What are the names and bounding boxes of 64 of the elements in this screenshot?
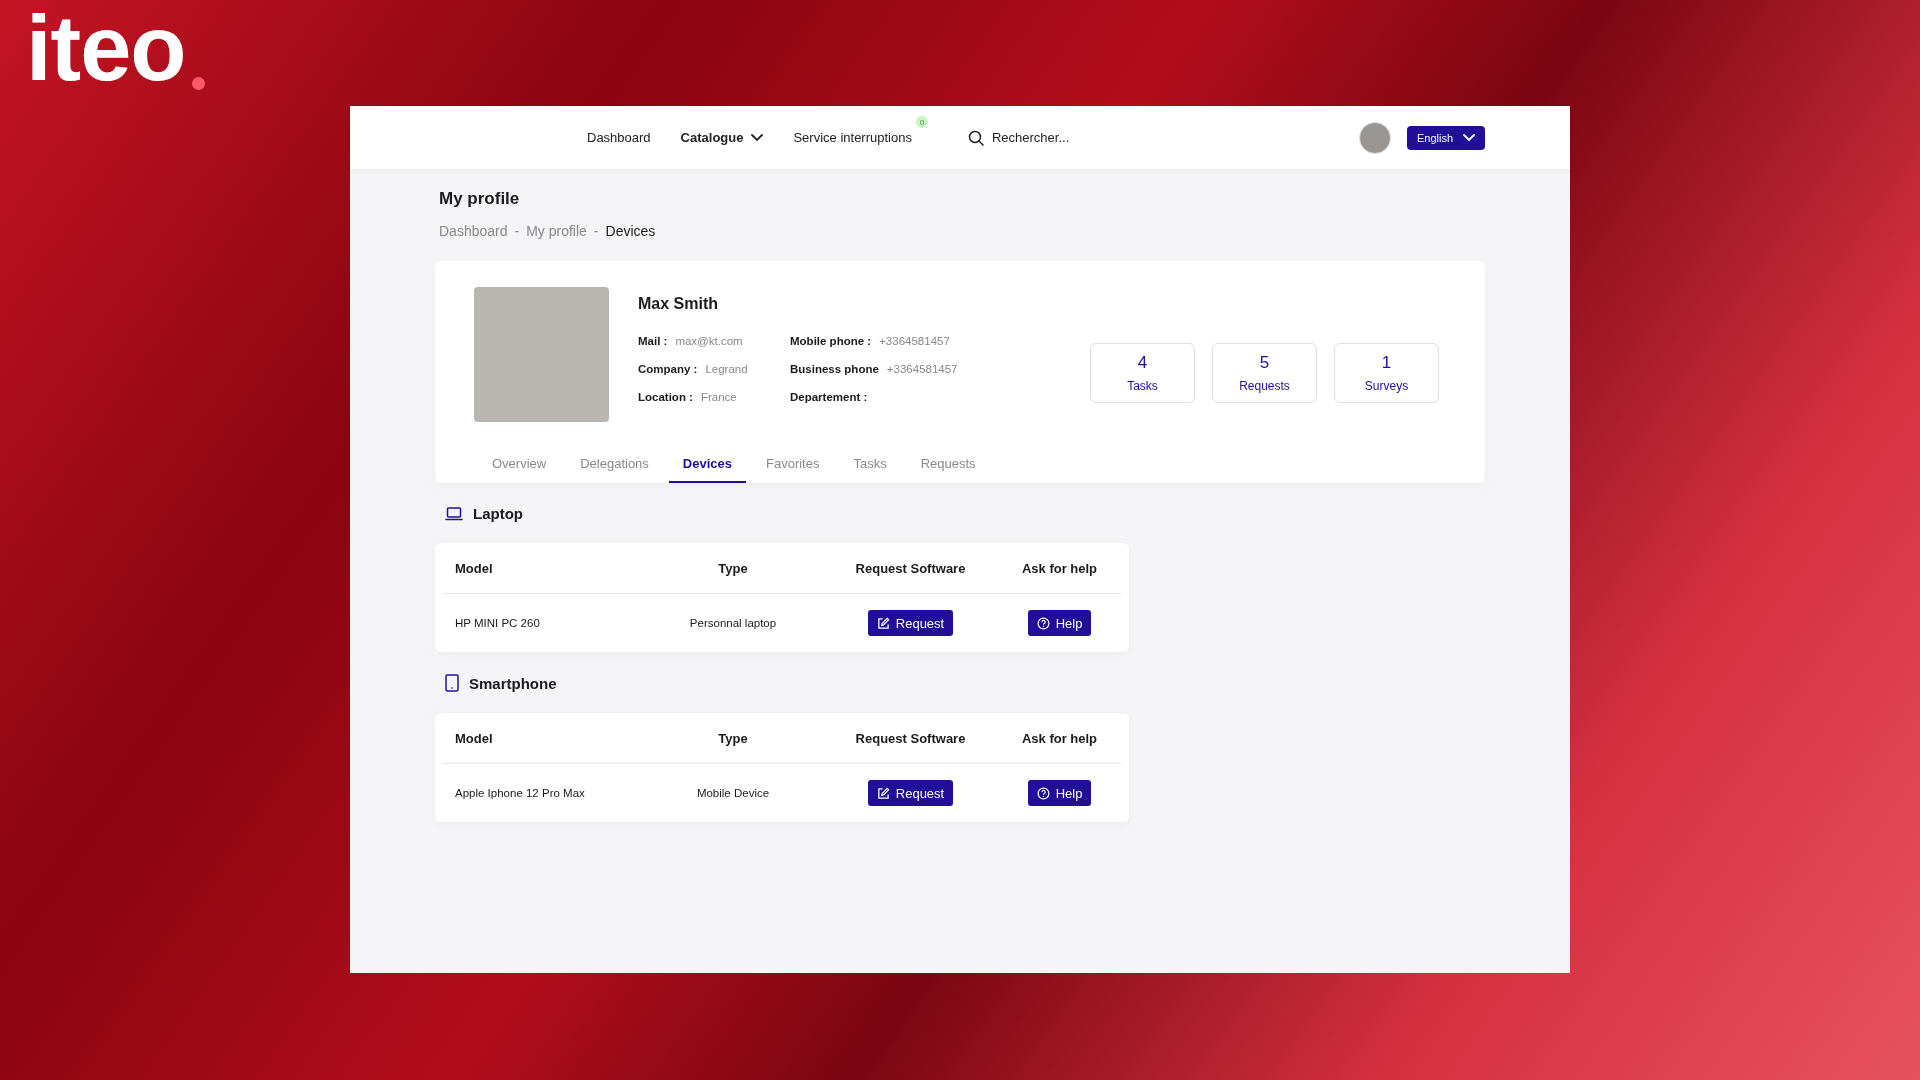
table-cell-text: Apple Iphone 12 Pro Max — [454, 787, 586, 799]
stat-label: Surveys — [1364, 379, 1409, 393]
stat-card[interactable]: 5 Requests — [1212, 343, 1317, 403]
stat-count: 4 — [1137, 353, 1148, 373]
stat-count: 5 — [1259, 353, 1270, 373]
page-title: My profile — [439, 189, 521, 209]
field-label: Location : — [638, 391, 693, 405]
tablet-icon — [445, 674, 459, 692]
profile-tab[interactable]: Delegations — [566, 448, 663, 483]
request-button[interactable]: Request — [867, 780, 954, 806]
column-header: Ask for help — [1021, 560, 1098, 576]
request-button[interactable]: Request — [867, 610, 954, 636]
profile-tab[interactable]: Tasks — [839, 448, 901, 483]
column-header: Ask for help — [1021, 730, 1098, 746]
stat-card[interactable]: 4 Tasks — [1090, 343, 1195, 403]
notification-badge: 0 — [915, 116, 928, 128]
field-value: +3364581457 — [886, 363, 958, 377]
column-header: Model — [454, 730, 494, 746]
edit-icon — [876, 616, 890, 630]
profile-tab[interactable]: Requests — [906, 448, 990, 483]
table-cell-text: HP MINI PC 260 — [454, 617, 541, 629]
profile-tab[interactable]: Devices — [668, 448, 746, 483]
column-header: Type — [718, 730, 748, 746]
stat-label: Tasks — [1127, 379, 1158, 393]
field-value: max@kt.com — [675, 335, 743, 349]
help-button[interactable]: Help — [1027, 610, 1092, 636]
field-value: France — [700, 391, 737, 405]
help-button[interactable]: Help — [1027, 780, 1092, 806]
stat-count: 1 — [1381, 353, 1392, 373]
stat-card[interactable]: 1 Surveys — [1334, 343, 1439, 403]
chevron-down-icon — [751, 133, 764, 142]
stat-label: Requests — [1239, 379, 1290, 393]
column-header: Request Software — [855, 560, 966, 576]
field-value: Legrand — [705, 363, 748, 377]
field-value: +3364581457 — [879, 335, 950, 349]
profile-tab[interactable]: Overview — [478, 448, 561, 483]
search-icon — [967, 129, 984, 146]
chevron-down-icon — [1463, 133, 1475, 142]
logo-dot-icon — [191, 77, 205, 90]
field-label: Business phone — [790, 363, 879, 377]
laptop-icon — [445, 506, 463, 521]
breadcrumb-separator: - — [593, 223, 599, 239]
column-header: Request Software — [855, 730, 966, 746]
profile-name: Max Smith — [638, 295, 719, 313]
breadcrumb-separator: - — [514, 223, 520, 239]
help-icon — [1036, 616, 1050, 630]
language-dropdown[interactable]: English — [1406, 125, 1485, 150]
avatar[interactable] — [1358, 121, 1391, 154]
nav-link[interactable]: Dashboard — [587, 130, 651, 145]
section-title: Smartphone — [469, 674, 557, 692]
field-label: Company : — [638, 363, 698, 377]
nav-link[interactable]: Catalogue — [680, 130, 764, 145]
help-icon — [1036, 786, 1050, 800]
table-cell: Personnal laptop — [689, 617, 777, 629]
logo-text: iteo — [26, 2, 186, 94]
field-label: Departement : — [790, 391, 868, 405]
field-label: Mail : — [638, 335, 668, 349]
column-header: Model — [454, 560, 494, 576]
column-header: Type — [718, 560, 748, 576]
field-label: Mobile phone : — [790, 335, 872, 349]
section-title: Laptop — [473, 505, 523, 522]
table-cell: Mobile Device — [696, 787, 770, 799]
edit-icon — [876, 786, 890, 800]
profile-tab[interactable]: Favorites — [752, 448, 834, 483]
